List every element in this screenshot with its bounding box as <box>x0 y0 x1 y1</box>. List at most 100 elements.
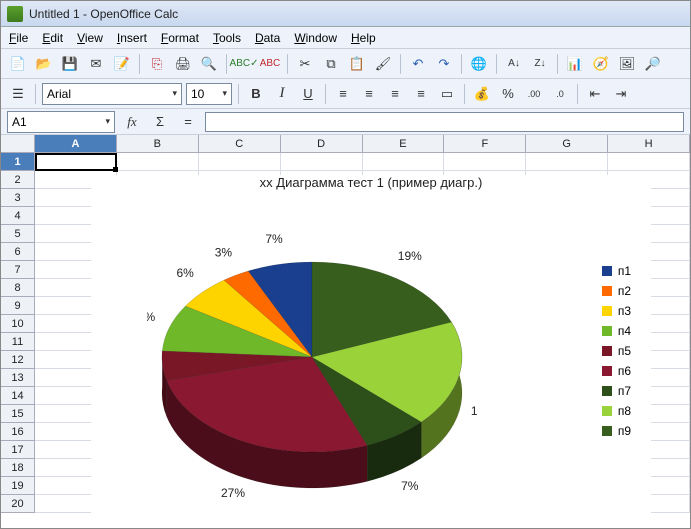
legend-label: п1 <box>618 264 631 278</box>
currency-icon[interactable]: 💰 <box>471 83 493 105</box>
formula-bar: A1 fx Σ = <box>1 109 690 135</box>
menu-edit[interactable]: Edit <box>42 31 63 45</box>
bold-button[interactable]: B <box>245 83 267 105</box>
autospell-icon[interactable]: ABC <box>259 53 281 75</box>
spellcheck-icon[interactable]: ABC✓ <box>233 53 255 75</box>
cell[interactable] <box>363 153 445 171</box>
menu-file[interactable]: File <box>9 31 28 45</box>
export-pdf-icon[interactable]: ⎘ <box>146 53 168 75</box>
menu-format[interactable]: Format <box>161 31 199 45</box>
column-header-d[interactable]: D <box>281 135 363 153</box>
font-size-combo[interactable]: 10 <box>186 83 232 105</box>
column-header-a[interactable]: A <box>35 135 117 153</box>
underline-button[interactable]: U <box>297 83 319 105</box>
font-name-combo[interactable]: Arial <box>42 83 182 105</box>
cell[interactable] <box>608 153 690 171</box>
legend-swatch <box>602 306 612 316</box>
column-header-g[interactable]: G <box>526 135 608 153</box>
name-box[interactable]: A1 <box>7 111 115 133</box>
select-all-corner[interactable] <box>1 135 35 153</box>
percent-icon[interactable]: % <box>497 83 519 105</box>
open-icon[interactable]: 📂 <box>33 53 55 75</box>
cell[interactable] <box>526 153 608 171</box>
navigator-icon[interactable]: 🧭 <box>590 53 612 75</box>
menu-help[interactable]: Help <box>351 31 376 45</box>
menu-view[interactable]: View <box>77 31 103 45</box>
row-header-11[interactable]: 11 <box>1 333 35 351</box>
row-header-12[interactable]: 12 <box>1 351 35 369</box>
cell[interactable] <box>35 153 117 171</box>
preview-icon[interactable]: 🔍 <box>198 53 220 75</box>
spreadsheet-grid[interactable]: ABCDEFGH 1234567891011121314151617181920… <box>1 135 690 528</box>
row-header-8[interactable]: 8 <box>1 279 35 297</box>
new-doc-icon[interactable]: 📄 <box>7 53 29 75</box>
legend-label: п4 <box>618 324 631 338</box>
row-header-7[interactable]: 7 <box>1 261 35 279</box>
menu-insert[interactable]: Insert <box>117 31 147 45</box>
edit-file-icon[interactable]: 📝 <box>111 53 133 75</box>
slice-label: 7% <box>265 232 283 246</box>
row-header-1[interactable]: 1 <box>1 153 35 171</box>
cell[interactable] <box>444 153 526 171</box>
cell[interactable] <box>281 153 363 171</box>
italic-button[interactable]: I <box>271 83 293 105</box>
row-header-14[interactable]: 14 <box>1 387 35 405</box>
column-header-c[interactable]: C <box>199 135 281 153</box>
format-paint-icon[interactable]: 🖌 <box>372 53 394 75</box>
menu-tools[interactable]: Tools <box>213 31 241 45</box>
column-header-e[interactable]: E <box>363 135 445 153</box>
align-center-icon[interactable]: ≡ <box>358 83 380 105</box>
undo-icon[interactable]: ↶ <box>407 53 429 75</box>
row-header-16[interactable]: 16 <box>1 423 35 441</box>
decrease-indent-icon[interactable]: ⇤ <box>584 83 606 105</box>
cell[interactable] <box>199 153 281 171</box>
row-header-17[interactable]: 17 <box>1 441 35 459</box>
email-icon[interactable]: ✉ <box>85 53 107 75</box>
save-icon[interactable]: 💾 <box>59 53 81 75</box>
chart-title: xx Диаграмма тест 1 (пример диагр.) <box>91 175 651 190</box>
chart-icon[interactable]: 📊 <box>564 53 586 75</box>
row-header-6[interactable]: 6 <box>1 243 35 261</box>
paste-icon[interactable]: 📋 <box>346 53 368 75</box>
formula-input[interactable] <box>205 112 684 132</box>
row-header-18[interactable]: 18 <box>1 459 35 477</box>
increase-indent-icon[interactable]: ⇥ <box>610 83 632 105</box>
print-icon[interactable]: 🖨 <box>172 53 194 75</box>
row-header-20[interactable]: 20 <box>1 495 35 513</box>
sort-asc-icon[interactable]: A↓ <box>503 53 525 75</box>
row-header-9[interactable]: 9 <box>1 297 35 315</box>
add-decimal-icon[interactable]: .00 <box>523 83 545 105</box>
row-header-19[interactable]: 19 <box>1 477 35 495</box>
column-header-h[interactable]: H <box>608 135 690 153</box>
row-header-2[interactable]: 2 <box>1 171 35 189</box>
sum-icon[interactable]: Σ <box>149 111 171 133</box>
column-header-f[interactable]: F <box>444 135 526 153</box>
align-justify-icon[interactable]: ≡ <box>410 83 432 105</box>
equals-icon[interactable]: = <box>177 111 199 133</box>
cut-icon[interactable]: ✂ <box>294 53 316 75</box>
align-right-icon[interactable]: ≡ <box>384 83 406 105</box>
remove-decimal-icon[interactable]: .0 <box>549 83 571 105</box>
redo-icon[interactable]: ↷ <box>433 53 455 75</box>
hyperlink-icon[interactable]: 🌐 <box>468 53 490 75</box>
separator <box>496 54 497 74</box>
row-header-3[interactable]: 3 <box>1 189 35 207</box>
column-header-b[interactable]: B <box>117 135 199 153</box>
row-header-10[interactable]: 10 <box>1 315 35 333</box>
merge-cells-icon[interactable]: ▭ <box>436 83 458 105</box>
sort-desc-icon[interactable]: Z↓ <box>529 53 551 75</box>
row-header-5[interactable]: 5 <box>1 225 35 243</box>
row-header-13[interactable]: 13 <box>1 369 35 387</box>
cell[interactable] <box>117 153 199 171</box>
find-icon[interactable]: 🔎 <box>642 53 664 75</box>
menu-window[interactable]: Window <box>294 31 337 45</box>
styles-icon[interactable]: ☰ <box>7 83 29 105</box>
chart-object[interactable]: xx Диаграмма тест 1 (пример диагр.) 7%3%… <box>91 175 651 528</box>
menu-data[interactable]: Data <box>255 31 280 45</box>
gallery-icon[interactable]: 🖼 <box>616 53 638 75</box>
function-wizard-icon[interactable]: fx <box>121 111 143 133</box>
row-header-15[interactable]: 15 <box>1 405 35 423</box>
copy-icon[interactable]: ⧉ <box>320 53 342 75</box>
row-header-4[interactable]: 4 <box>1 207 35 225</box>
align-left-icon[interactable]: ≡ <box>332 83 354 105</box>
